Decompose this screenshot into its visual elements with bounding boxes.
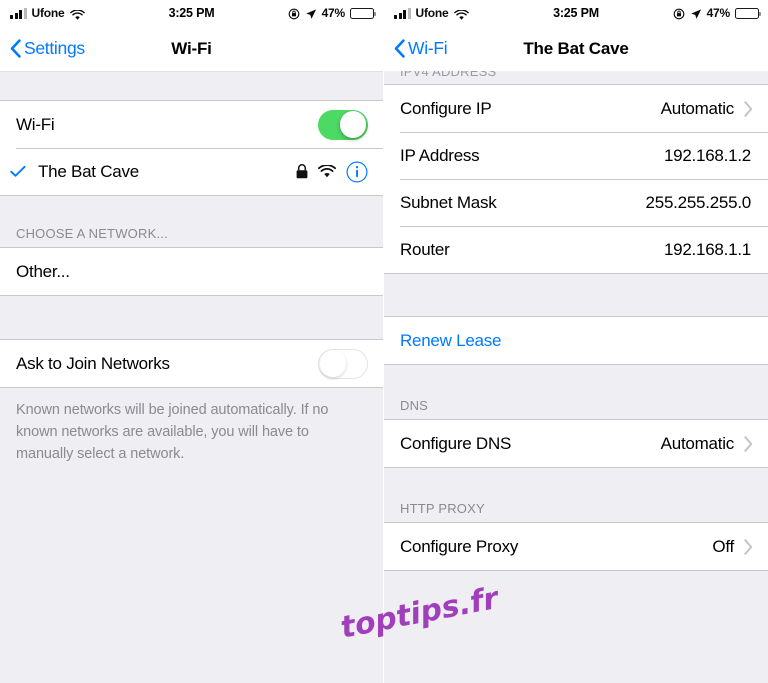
wifi-group: Wi-Fi The Bat Cave <box>0 100 383 196</box>
signal-bars-icon <box>10 7 27 19</box>
row-label: Configure DNS <box>400 433 512 453</box>
row-label: Configure IP <box>400 98 492 118</box>
clock-label: 3:25 PM <box>553 6 599 20</box>
right-phone-screen: Ufone 3:25 PM 47% Wi-Fi The Bat Cave IPV… <box>384 0 768 683</box>
info-icon[interactable] <box>346 161 368 183</box>
status-bar-right-group: 47% <box>288 6 377 20</box>
signal-bars-icon <box>394 7 411 19</box>
ipv4-section-header-label: IPV4 ADDRESS <box>400 71 497 79</box>
proxy-group: Configure Proxy Off <box>384 522 768 571</box>
wifi-icon <box>453 8 469 20</box>
dns-group: Configure DNS Automatic <box>384 419 768 468</box>
checkmark-icon <box>10 165 32 178</box>
spacer-ask-join <box>0 296 383 339</box>
network-name-label: The Bat Cave <box>38 161 139 181</box>
chevron-left-icon <box>10 39 21 58</box>
status-bar-left-group-2: Ufone <box>394 6 469 20</box>
spacer-renew-lease <box>384 274 768 316</box>
nav-bar-left: Settings Wi-Fi <box>0 26 383 71</box>
wifi-icon <box>69 8 85 20</box>
ask-to-join-footer-note: Known networks will be joined automatica… <box>0 388 383 465</box>
row-configure-proxy[interactable]: Configure Proxy Off <box>384 523 768 570</box>
row-label: Router <box>400 239 450 259</box>
battery-percent-label: 47% <box>706 6 731 20</box>
row-value: Automatic <box>660 98 735 118</box>
row-configure-dns[interactable]: Configure DNS Automatic <box>384 420 768 467</box>
row-value: Off <box>712 536 734 556</box>
renew-lease-label: Renew Lease <box>400 330 502 350</box>
alarm-lock-icon <box>673 7 685 20</box>
status-bar-right-group-2: 47% <box>673 6 762 20</box>
chevron-right-icon <box>744 100 753 117</box>
status-bar-left: Ufone 3:25 PM 47% <box>0 0 383 26</box>
row-ip-address[interactable]: IP Address 192.168.1.2 <box>384 132 768 179</box>
ipv4-group: Configure IP Automatic IP Address 192.16… <box>384 84 768 274</box>
row-renew-lease[interactable]: Renew Lease <box>384 317 768 364</box>
ask-to-join-row[interactable]: Ask to Join Networks <box>0 340 383 387</box>
status-bar-left-group: Ufone <box>10 6 85 20</box>
wifi-toggle-switch[interactable] <box>318 109 368 140</box>
chevron-right-icon <box>744 435 753 452</box>
battery-icon <box>350 7 377 19</box>
row-configure-ip[interactable]: Configure IP Automatic <box>384 85 768 132</box>
row-label: Configure Proxy <box>400 536 519 556</box>
spacer-proxy <box>384 468 768 496</box>
row-value: Automatic <box>660 433 735 453</box>
wifi-signal-icon <box>318 163 336 179</box>
battery-percent-label: 47% <box>321 6 346 20</box>
lock-icon <box>296 164 308 179</box>
dns-section-header: DNS <box>384 392 768 419</box>
network-row-icons <box>296 161 368 183</box>
back-button-label: Settings <box>24 38 85 58</box>
dual-screenshot-container: Ufone 3:25 PM 47% Settings Wi-Fi Wi-Fi T… <box>0 0 768 683</box>
connected-network-row[interactable]: The Bat Cave <box>0 148 383 195</box>
back-button-label: Wi-Fi <box>408 38 448 58</box>
choose-network-header: CHOOSE A NETWORK... <box>0 219 383 247</box>
ipv4-section-header: IPV4 ADDRESS <box>384 71 768 84</box>
wifi-toggle-label: Wi-Fi <box>16 114 55 134</box>
ask-to-join-switch[interactable] <box>318 348 368 379</box>
nav-bar-right: Wi-Fi The Bat Cave <box>384 26 768 71</box>
clock-label: 3:25 PM <box>168 6 215 20</box>
spacer-dns <box>384 365 768 392</box>
row-label: IP Address <box>400 145 480 165</box>
row-value: 192.168.1.1 <box>663 239 751 259</box>
location-arrow-icon <box>690 7 702 19</box>
back-button-wifi[interactable]: Wi-Fi <box>394 38 448 59</box>
other-network-label: Other... <box>16 261 70 281</box>
spacer-top-left <box>0 71 383 100</box>
alarm-lock-icon <box>288 7 300 20</box>
chevron-left-icon <box>394 39 405 58</box>
status-bar-right: Ufone 3:25 PM 47% <box>384 0 768 26</box>
wifi-toggle-row[interactable]: Wi-Fi <box>0 101 383 148</box>
back-button-settings[interactable]: Settings <box>10 38 85 59</box>
chevron-right-icon <box>744 538 753 555</box>
row-value: 255.255.255.0 <box>645 192 752 212</box>
row-router[interactable]: Router 192.168.1.1 <box>384 226 768 273</box>
proxy-section-header: HTTP PROXY <box>384 496 768 522</box>
battery-icon <box>735 7 762 19</box>
ask-to-join-label: Ask to Join Networks <box>16 353 170 373</box>
renew-lease-group: Renew Lease <box>384 316 768 365</box>
row-subnet-mask[interactable]: Subnet Mask 255.255.255.0 <box>384 179 768 226</box>
row-value: 192.168.1.2 <box>663 145 751 165</box>
other-network-row[interactable]: Other... <box>0 248 383 295</box>
ask-to-join-group: Ask to Join Networks <box>0 339 383 388</box>
carrier-label: Ufone <box>31 6 65 20</box>
carrier-label: Ufone <box>415 6 449 20</box>
left-phone-screen: Ufone 3:25 PM 47% Settings Wi-Fi Wi-Fi T… <box>0 0 384 683</box>
location-arrow-icon <box>305 7 317 19</box>
other-network-group: Other... <box>0 247 383 296</box>
spacer-choose-network <box>0 196 383 219</box>
row-label: Subnet Mask <box>400 192 497 212</box>
